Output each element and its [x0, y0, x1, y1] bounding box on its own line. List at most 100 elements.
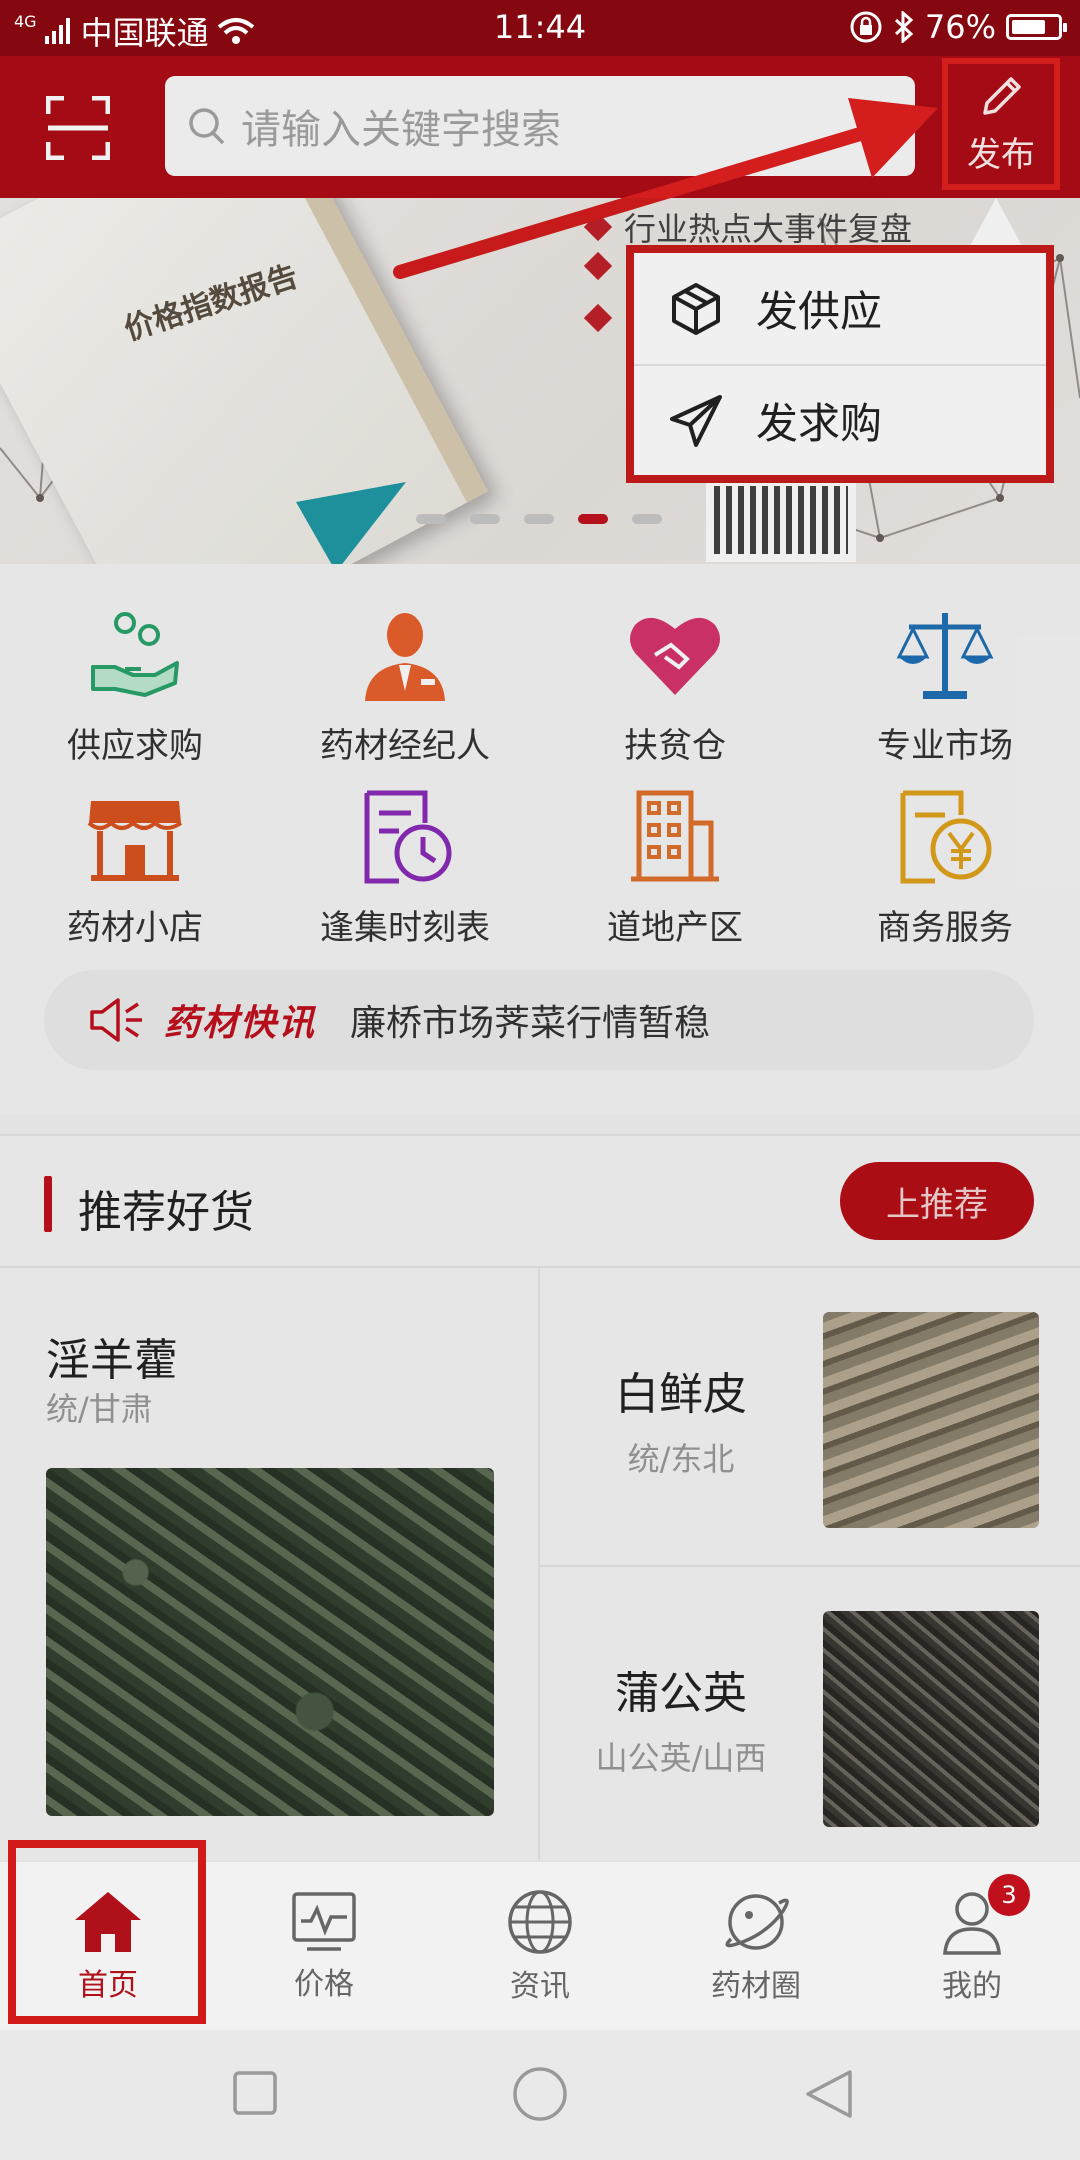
nav-label: 价格 — [294, 1967, 354, 2002]
grid-item-poverty-warehouse[interactable]: 扶贫仓 — [540, 600, 810, 767]
grid-item-label: 专业市场 — [877, 726, 1013, 766]
menu-item-supply[interactable]: 发供应 — [634, 253, 1046, 364]
product-name: 淫羊藿 — [46, 1335, 178, 1386]
recents-icon[interactable] — [232, 2070, 278, 2116]
recommend-products: 淫羊藿 统/甘肃 白鲜皮 统/东北 蒲公英 山公英/山西 — [0, 1266, 1080, 1862]
carousel-dots[interactable] — [416, 514, 662, 524]
banner-bullet — [583, 251, 613, 281]
search-icon — [189, 108, 225, 145]
grid-item-origin[interactable]: 道地产区 — [540, 782, 810, 949]
qr-code-image — [706, 478, 856, 562]
nav-label: 资讯 — [510, 1969, 570, 2004]
publish-label: 发布 — [967, 134, 1035, 175]
carousel-dot[interactable] — [632, 514, 662, 524]
grid-item-shop[interactable]: 药材小店 — [0, 782, 270, 949]
book-triangle-graphic — [296, 482, 406, 564]
broker-icon — [365, 613, 445, 701]
product-photo — [823, 1312, 1039, 1528]
grid-item-label: 逢集时刻表 — [320, 908, 490, 948]
globe-icon — [508, 1890, 572, 1954]
box-icon — [672, 282, 720, 335]
product-photo — [823, 1611, 1039, 1827]
product-name: 白鲜皮 — [615, 1369, 747, 1420]
carousel-dot[interactable] — [524, 514, 554, 524]
news-ticker[interactable]: 药材快讯 廉桥市场荠菜行情暂稳 — [44, 970, 1034, 1070]
chart-monitor-icon — [292, 1892, 356, 1951]
system-nav-bar — [0, 2030, 1080, 2160]
nav-price[interactable]: 价格 — [216, 1862, 432, 2032]
bluetooth-icon — [894, 11, 914, 43]
grid-item-label: 扶贫仓 — [624, 726, 726, 766]
battery-percent: 76% — [924, 8, 996, 46]
rotation-lock-icon — [850, 11, 882, 43]
grid-item-label: 药材经纪人 — [320, 726, 490, 766]
pencil-icon — [983, 76, 1021, 115]
product-card[interactable]: 白鲜皮 统/东北 — [540, 1268, 1080, 1565]
diamond-bullet-icon — [583, 303, 613, 333]
recommend-section-header: 推荐好货 上推荐 — [0, 1134, 1080, 1266]
section-title: 推荐好货 — [78, 1187, 254, 1238]
banner-bullet: 行业热点大事件复盘 — [583, 204, 913, 250]
menu-item-purchase[interactable]: 发求购 — [634, 364, 1046, 475]
home-circle-icon[interactable] — [512, 2066, 568, 2122]
yen-icon — [900, 790, 992, 884]
nav-label: 我的 — [942, 1969, 1002, 2004]
nav-label: 药材圈 — [711, 1969, 801, 2004]
news-text: 廉桥市场荠菜行情暂稳 — [350, 1003, 711, 1044]
carousel-dot[interactable] — [416, 514, 446, 524]
publish-button[interactable]: 发布 — [942, 58, 1060, 190]
heart-handshake-icon — [630, 617, 720, 695]
grid-item-market[interactable]: 专业市场 — [810, 600, 1080, 767]
battery-icon — [1006, 14, 1067, 40]
grid-item-supply-demand[interactable]: 供应求购 — [0, 600, 270, 767]
search-placeholder: 请输入关键字搜索 — [241, 107, 561, 153]
app-header: 请输入关键字搜索 发布 — [0, 56, 1080, 198]
news-tag: 药材快讯 — [164, 1003, 317, 1044]
scales-icon — [896, 613, 994, 699]
nav-me[interactable]: 我的 3 — [864, 1862, 1080, 2032]
schedule-icon — [364, 790, 452, 884]
banner-bullet — [583, 303, 613, 333]
hand-coins-icon — [91, 612, 179, 697]
banner-bullet-text: 行业热点大事件复盘 — [624, 210, 913, 248]
back-icon[interactable] — [804, 2068, 854, 2120]
nav-circle[interactable]: 药材圈 — [648, 1862, 864, 2032]
publish-menu: 发供应 发求购 — [626, 245, 1054, 483]
scan-button[interactable] — [45, 95, 111, 161]
menu-item-label: 发供应 — [756, 287, 883, 336]
product-spec: 统/甘肃 — [46, 1390, 153, 1428]
menu-item-label: 发求购 — [756, 399, 883, 448]
grid-item-business[interactable]: 商务服务 — [810, 782, 1080, 949]
scan-icon — [45, 95, 111, 161]
carousel-dot[interactable] — [470, 514, 500, 524]
home-annotation-box — [8, 1840, 206, 2024]
grid-item-label: 供应求购 — [67, 726, 203, 766]
grid-item-label: 商务服务 — [877, 908, 1013, 948]
building-icon — [631, 790, 719, 882]
dropdown-caret — [970, 198, 1022, 246]
planet-icon — [725, 1894, 789, 1950]
search-input[interactable]: 请输入关键字搜索 — [165, 76, 915, 176]
nav-news[interactable]: 资讯 — [432, 1862, 648, 2032]
product-name: 蒲公英 — [615, 1668, 747, 1719]
status-right: 76% — [849, 8, 1067, 46]
carousel-dot[interactable] — [578, 514, 608, 524]
battery-fill — [1012, 20, 1045, 34]
product-card[interactable]: 淫羊藿 统/甘肃 — [0, 1268, 540, 1862]
grid-item-label: 道地产区 — [607, 908, 743, 948]
product-card[interactable]: 蒲公英 山公英/山西 — [540, 1565, 1080, 1862]
paper-plane-icon — [670, 394, 722, 447]
status-bar: 4G 中国联通 11:44 76% — [0, 0, 1080, 56]
shop-icon — [87, 801, 183, 881]
diamond-bullet-icon — [583, 212, 613, 242]
grid-item-label: 药材小店 — [67, 908, 203, 948]
grid-item-schedule[interactable]: 逢集时刻表 — [270, 782, 540, 949]
promote-button[interactable]: 上推荐 — [840, 1162, 1034, 1240]
product-spec: 山公英/山西 — [595, 1739, 767, 1777]
grid-item-broker[interactable]: 药材经纪人 — [270, 600, 540, 767]
section-accent-bar — [44, 1176, 52, 1232]
product-spec: 统/东北 — [627, 1440, 735, 1478]
notification-badge: 3 — [988, 1874, 1030, 1916]
diamond-bullet-icon — [583, 251, 613, 281]
megaphone-icon — [90, 998, 142, 1042]
